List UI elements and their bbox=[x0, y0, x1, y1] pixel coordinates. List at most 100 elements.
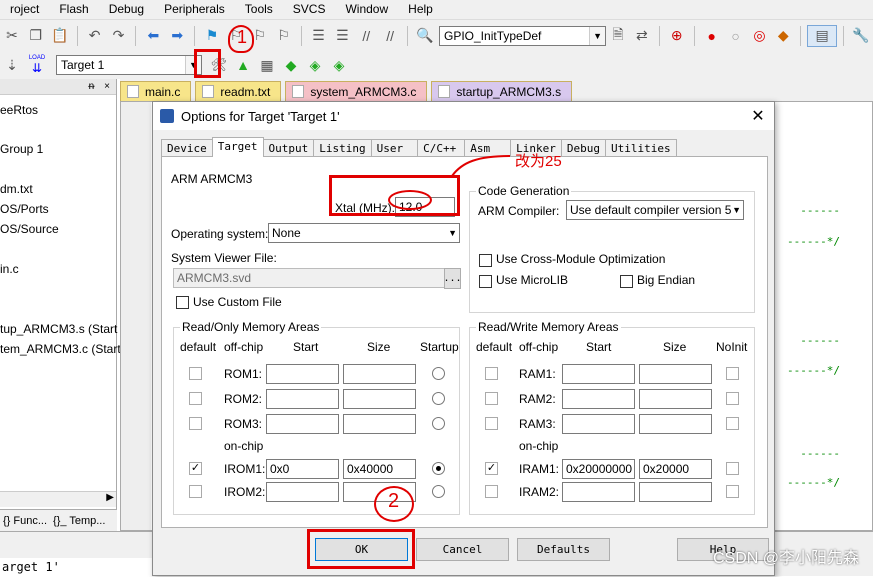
rom-start-input[interactable] bbox=[266, 389, 339, 409]
cross-module-checkbox[interactable] bbox=[479, 254, 492, 267]
incremental-find-icon[interactable]: ⊕ bbox=[666, 25, 688, 47]
tab-templates[interactable]: {}_ Temp... bbox=[50, 515, 108, 527]
pin-icon[interactable]: ᵰ bbox=[89, 81, 95, 92]
tree-item[interactable]: tem_ARMCM3.c (Start bbox=[0, 342, 121, 356]
cancel-button[interactable]: Cancel bbox=[416, 538, 509, 561]
rom-size-input[interactable]: 0x40000 bbox=[343, 459, 416, 479]
ram-default-checkbox[interactable] bbox=[485, 392, 498, 405]
menu-debug[interactable]: Debug bbox=[99, 0, 154, 19]
select-packs-icon[interactable]: ▦ bbox=[256, 54, 278, 76]
ram-size-input[interactable] bbox=[639, 482, 712, 502]
ram-noinit-checkbox[interactable] bbox=[726, 417, 739, 430]
find-icon[interactable]: 🗎 bbox=[607, 25, 629, 47]
defaults-button[interactable]: Defaults bbox=[517, 538, 610, 561]
rom-startup-radio[interactable] bbox=[432, 417, 445, 430]
tab-listing[interactable]: Listing bbox=[313, 139, 372, 157]
ram-noinit-checkbox[interactable] bbox=[726, 392, 739, 405]
ram-noinit-checkbox[interactable] bbox=[726, 462, 739, 475]
menu-peripherals[interactable]: Peripherals bbox=[154, 0, 235, 19]
rom-size-input[interactable] bbox=[343, 414, 416, 434]
manage-rte-icon[interactable]: ◈ bbox=[304, 54, 326, 76]
tree-item[interactable]: OS/Source bbox=[0, 222, 59, 236]
menu-project[interactable]: roject bbox=[0, 0, 49, 19]
build-icon[interactable]: ⇣ bbox=[1, 54, 23, 76]
rom-default-checkbox[interactable]: ✓ bbox=[189, 462, 202, 475]
breakpoint-disable-icon[interactable]: ◎ bbox=[748, 25, 770, 47]
rom-default-checkbox[interactable] bbox=[189, 485, 202, 498]
window-layout-icon[interactable]: ▤ bbox=[807, 24, 838, 47]
ram-size-input[interactable] bbox=[639, 414, 712, 434]
redo-icon[interactable]: ↷ bbox=[108, 25, 130, 47]
ram-default-checkbox[interactable] bbox=[485, 417, 498, 430]
cut-icon[interactable]: ✂ bbox=[1, 25, 23, 47]
pack-installer-icon[interactable]: ◆ bbox=[280, 54, 302, 76]
tree-item[interactable]: eeRtos bbox=[0, 103, 38, 117]
tab-utilities[interactable]: Utilities bbox=[604, 139, 677, 157]
menu-svcs[interactable]: SVCS bbox=[283, 0, 336, 19]
chevron-down-icon[interactable]: ▼ bbox=[448, 224, 457, 242]
configure-icon[interactable]: 🔧 bbox=[850, 25, 872, 47]
close-icon[interactable]: × bbox=[104, 81, 110, 92]
rom-start-input[interactable] bbox=[266, 364, 339, 384]
scroll-right-icon[interactable]: ▶ bbox=[106, 492, 114, 503]
horizontal-scrollbar[interactable]: ▶ bbox=[0, 491, 116, 507]
tab-system-armcm3-c[interactable]: system_ARMCM3.c bbox=[285, 81, 428, 101]
rom-startup-radio[interactable] bbox=[432, 367, 445, 380]
load-icon[interactable]: LOAD ⇊ bbox=[25, 54, 49, 76]
tab-functions[interactable]: {} Func... bbox=[0, 515, 50, 527]
tab-device[interactable]: Device bbox=[161, 139, 213, 157]
ram-default-checkbox[interactable] bbox=[485, 485, 498, 498]
rom-start-input[interactable] bbox=[266, 414, 339, 434]
ram-size-input[interactable] bbox=[639, 364, 712, 384]
tab-target[interactable]: Target bbox=[211, 137, 264, 157]
tree-item[interactable]: dm.txt bbox=[0, 182, 33, 196]
ram-noinit-checkbox[interactable] bbox=[726, 367, 739, 380]
ram-default-checkbox[interactable] bbox=[485, 367, 498, 380]
debug-start-icon[interactable]: ● bbox=[701, 25, 723, 47]
close-icon[interactable]: ✕ bbox=[748, 106, 768, 126]
replace-icon[interactable]: ⇄ bbox=[631, 25, 653, 47]
breakpoint-icon[interactable]: ○ bbox=[725, 25, 747, 47]
tree-item[interactable]: in.c bbox=[0, 262, 19, 276]
rom-size-input[interactable] bbox=[343, 364, 416, 384]
tab-readm-txt[interactable]: readm.txt bbox=[195, 81, 282, 101]
paste-icon[interactable]: 📋 bbox=[49, 25, 71, 47]
ram-start-input[interactable] bbox=[562, 414, 635, 434]
arm-compiler-select[interactable]: Use default compiler version 5 ▼ bbox=[566, 200, 744, 220]
copy-icon[interactable]: ❐ bbox=[25, 25, 47, 47]
chevron-down-icon[interactable]: ▼ bbox=[589, 26, 606, 45]
svd-input[interactable]: ARMCM3.svd bbox=[173, 268, 445, 288]
tree-item[interactable]: tup_ARMCM3.s (Start bbox=[0, 322, 117, 336]
comment-icon[interactable]: // bbox=[355, 25, 377, 47]
svd-browse-button[interactable]: ... bbox=[443, 268, 462, 289]
ram-start-input[interactable] bbox=[562, 364, 635, 384]
undo-icon[interactable]: ↶ bbox=[84, 25, 106, 47]
ram-default-checkbox[interactable]: ✓ bbox=[485, 462, 498, 475]
ram-start-input[interactable]: 0x20000000 bbox=[562, 459, 635, 479]
bookmark-clear-icon[interactable]: ⚐ bbox=[273, 25, 295, 47]
find-in-files-icon[interactable]: 🔍 bbox=[414, 25, 436, 47]
breakpoint-kill-icon[interactable]: ◆ bbox=[772, 25, 794, 47]
menu-tools[interactable]: Tools bbox=[235, 0, 283, 19]
rom-start-input[interactable] bbox=[266, 482, 339, 502]
microlib-checkbox[interactable] bbox=[479, 275, 492, 288]
indent-icon[interactable]: ☰ bbox=[308, 25, 330, 47]
tab-output[interactable]: Output bbox=[262, 139, 315, 157]
rom-startup-radio[interactable] bbox=[432, 485, 445, 498]
ram-start-input[interactable] bbox=[562, 389, 635, 409]
rom-start-input[interactable]: 0x0 bbox=[266, 459, 339, 479]
manage-project-icon[interactable]: ▲ bbox=[232, 54, 254, 76]
rom-startup-radio[interactable] bbox=[432, 392, 445, 405]
big-endian-checkbox[interactable] bbox=[620, 275, 633, 288]
ram-size-input[interactable]: 0x20000 bbox=[639, 459, 712, 479]
rom-size-input[interactable] bbox=[343, 389, 416, 409]
tab-main-c[interactable]: main.c bbox=[120, 81, 192, 101]
os-select[interactable]: None ▼ bbox=[268, 223, 460, 243]
uncomment-icon[interactable]: // bbox=[379, 25, 401, 47]
use-custom-file-checkbox[interactable] bbox=[176, 296, 189, 309]
rom-default-checkbox[interactable] bbox=[189, 417, 202, 430]
nav-forward-icon[interactable]: ➡ bbox=[166, 25, 188, 47]
tree-item[interactable]: Group 1 bbox=[0, 142, 43, 156]
nav-back-icon[interactable]: ⬅ bbox=[142, 25, 164, 47]
tab-user[interactable]: User bbox=[370, 139, 419, 157]
